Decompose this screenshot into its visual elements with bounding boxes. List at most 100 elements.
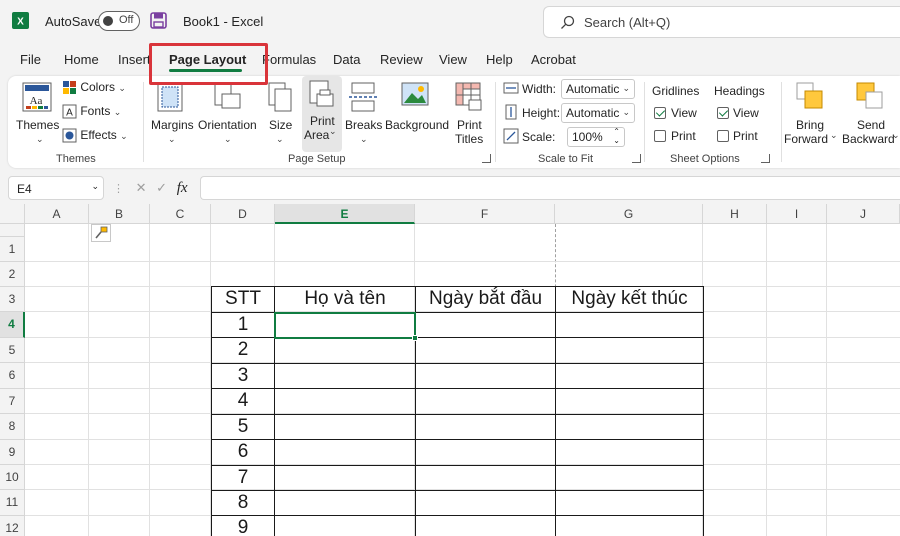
- sheet-options-group-label: Sheet Options: [670, 153, 740, 165]
- send-backward-button[interactable]: Send Backward ⌄: [842, 80, 900, 152]
- height-icon: [505, 104, 517, 120]
- row-header-12[interactable]: 12: [0, 516, 25, 536]
- header-cell-start-date[interactable]: Ngày bắt đầu: [416, 288, 555, 310]
- headings-view-checkbox[interactable]: [717, 107, 729, 119]
- size-button[interactable]: Size ⌄: [264, 80, 294, 152]
- stt-cell[interactable]: 3: [212, 365, 274, 387]
- active-cell-e4[interactable]: [274, 312, 416, 339]
- svg-text:X: X: [17, 17, 24, 28]
- stt-cell[interactable]: 2: [212, 339, 274, 361]
- stt-cell[interactable]: 9: [212, 517, 274, 536]
- table-border: [211, 286, 704, 287]
- column-header-j[interactable]: J: [827, 204, 900, 224]
- width-dropdown[interactable]: Automatic ⌄: [561, 79, 635, 99]
- cancel-icon[interactable]: ✕: [136, 180, 147, 195]
- column-header-i[interactable]: I: [767, 204, 827, 224]
- headings-print-checkbox[interactable]: [717, 130, 729, 142]
- chevron-down-icon: ⌄: [276, 134, 284, 144]
- worksheet-grid[interactable]: A B C D E F G H I J 1 2 3 4 5 6 7 8 9 10…: [0, 204, 900, 536]
- stt-cell[interactable]: 1: [212, 314, 274, 336]
- select-all-corner[interactable]: [0, 204, 25, 224]
- gridlines-print-checkbox[interactable]: [654, 130, 666, 142]
- fonts-button[interactable]: A Fonts ⌄: [62, 104, 121, 119]
- print-titles-icon: [455, 82, 482, 111]
- column-header-c[interactable]: C: [150, 204, 211, 224]
- breaks-button[interactable]: Breaks ⌄: [344, 80, 382, 152]
- fonts-label: Fonts: [80, 104, 111, 118]
- autosave-toggle[interactable]: Off: [98, 11, 140, 31]
- tab-data[interactable]: Data: [333, 52, 360, 67]
- name-box-value: E4: [17, 182, 32, 196]
- effects-button[interactable]: Effects ⌄: [62, 128, 128, 143]
- tab-page-layout[interactable]: Page Layout: [169, 52, 246, 67]
- row-header-6[interactable]: 6: [0, 363, 25, 389]
- header-cell-name[interactable]: Họ và tên: [275, 288, 415, 310]
- column-header-f[interactable]: F: [415, 204, 555, 224]
- row-header-1[interactable]: 1: [0, 237, 25, 262]
- tab-file[interactable]: File: [20, 52, 41, 67]
- tab-view[interactable]: View: [439, 52, 467, 67]
- group-separator: [143, 82, 144, 162]
- group-separator: [781, 82, 782, 162]
- orientation-button[interactable]: Orientation ⌄: [196, 80, 257, 152]
- more-options-icon[interactable]: ⋮: [113, 183, 124, 195]
- bring-forward-button[interactable]: Bring Forward ⌄: [784, 80, 838, 152]
- row-header-9[interactable]: 9: [0, 440, 25, 465]
- scale-to-fit-dialog-launcher-icon[interactable]: [632, 154, 641, 163]
- stt-cell[interactable]: 6: [212, 441, 274, 463]
- row-header-4[interactable]: 4: [0, 312, 25, 338]
- column-header-h[interactable]: H: [703, 204, 767, 224]
- paste-options-icon[interactable]: [91, 224, 111, 242]
- stt-cell[interactable]: 7: [212, 467, 274, 489]
- themes-label: Themes: [16, 118, 60, 132]
- column-header-g[interactable]: G: [555, 204, 703, 224]
- print-titles-label-line1: Print: [457, 118, 482, 132]
- colors-button[interactable]: Colors ⌄: [62, 80, 126, 95]
- tab-review[interactable]: Review: [380, 52, 423, 67]
- print-titles-button[interactable]: Print Titles: [452, 80, 486, 152]
- search-box[interactable]: Search (Alt+Q): [543, 6, 900, 38]
- background-button[interactable]: Background: [384, 80, 449, 152]
- tab-insert[interactable]: Insert: [118, 52, 151, 67]
- column-header-a[interactable]: A: [25, 204, 89, 224]
- tab-home[interactable]: Home: [64, 52, 99, 67]
- row-header-8[interactable]: 8: [0, 414, 25, 440]
- column-header-d[interactable]: D: [211, 204, 275, 224]
- themes-button[interactable]: Aa Themes ⌄: [16, 80, 60, 152]
- enter-icon[interactable]: ✓: [156, 180, 167, 195]
- effects-label: Effects: [80, 128, 117, 142]
- sheet-options-dialog-launcher-icon[interactable]: [761, 154, 770, 163]
- stt-cell[interactable]: 4: [212, 390, 274, 412]
- scale-spinner[interactable]: 100% ⌃ ⌄: [567, 127, 625, 147]
- print-area-button[interactable]: Print Area ⌄: [302, 76, 342, 152]
- spinner-arrows-icon[interactable]: ⌃ ⌄: [613, 127, 620, 145]
- chevron-down-icon[interactable]: ⌄: [91, 181, 99, 192]
- stt-cell[interactable]: 5: [212, 416, 274, 438]
- fill-handle[interactable]: [412, 335, 418, 341]
- print-area-label-line2: Area: [304, 128, 330, 142]
- header-cell-stt[interactable]: STT: [212, 288, 274, 310]
- tab-acrobat[interactable]: Acrobat: [531, 52, 576, 67]
- row-header-2[interactable]: 2: [0, 262, 25, 287]
- insert-function-icon[interactable]: fx: [177, 180, 188, 196]
- name-box[interactable]: E4 ⌄: [8, 176, 104, 200]
- save-icon[interactable]: [150, 12, 167, 29]
- gridlines-view-checkbox[interactable]: [654, 107, 666, 119]
- row-header-5[interactable]: 5: [0, 338, 25, 363]
- tab-help[interactable]: Help: [486, 52, 513, 67]
- margins-button[interactable]: Margins ⌄: [148, 80, 194, 152]
- height-dropdown[interactable]: Automatic ⌄: [561, 103, 635, 123]
- row-header-10[interactable]: 10: [0, 465, 25, 490]
- row-header-3[interactable]: 3: [0, 287, 25, 312]
- chevron-down-icon: ⌄: [118, 83, 126, 93]
- stt-cell[interactable]: 8: [212, 492, 274, 514]
- tab-formulas[interactable]: Formulas: [262, 52, 316, 67]
- toggle-knob: [103, 16, 113, 26]
- page-setup-dialog-launcher-icon[interactable]: [482, 154, 491, 163]
- row-header-11[interactable]: 11: [0, 490, 25, 516]
- formula-input[interactable]: [200, 176, 900, 200]
- column-header-e[interactable]: E: [275, 204, 415, 224]
- row-header-7[interactable]: 7: [0, 389, 25, 414]
- column-header-b[interactable]: B: [89, 204, 150, 224]
- header-cell-end-date[interactable]: Ngày kết thúc: [556, 288, 703, 310]
